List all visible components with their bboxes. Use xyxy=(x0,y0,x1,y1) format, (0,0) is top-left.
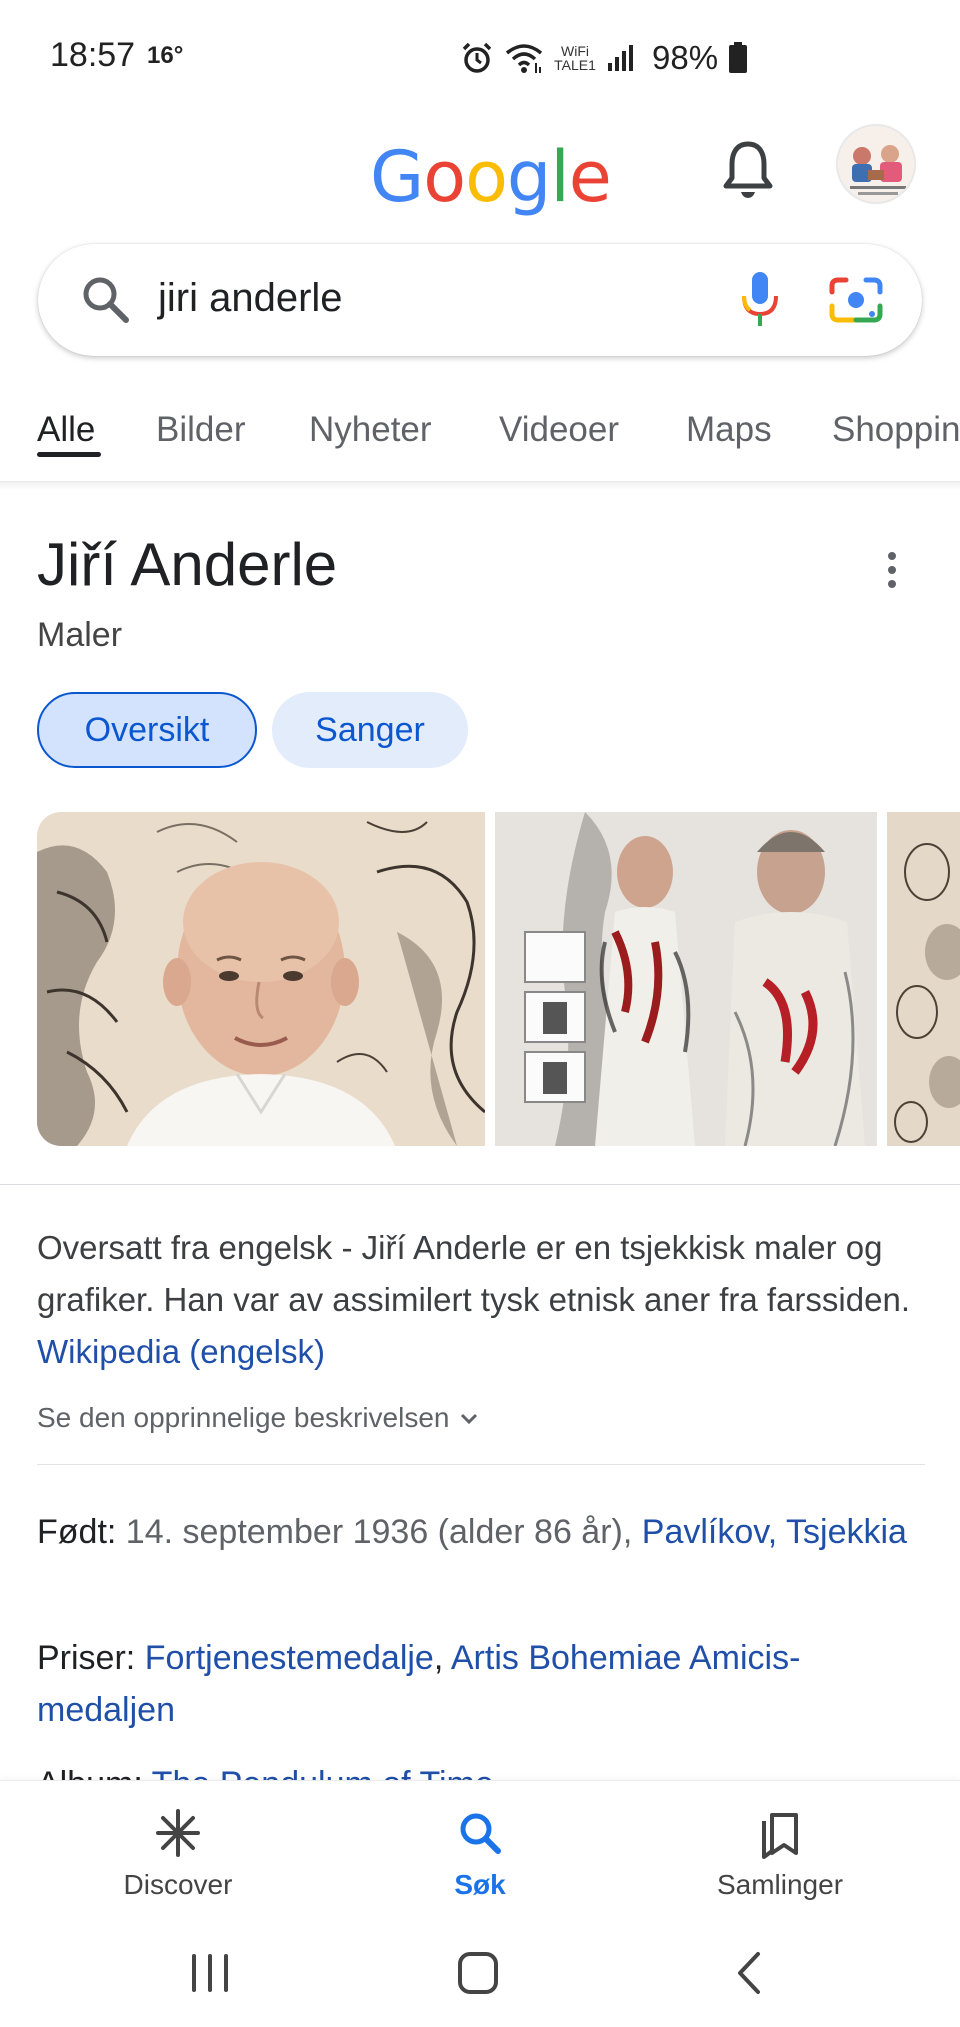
collections-bookmark-icon xyxy=(762,1813,798,1859)
avatar-image xyxy=(838,126,914,202)
recent-apps-icon[interactable] xyxy=(180,1948,240,1998)
logo-letter: o xyxy=(465,136,508,218)
search-input[interactable]: jiri anderle xyxy=(158,276,343,321)
more-options-icon[interactable] xyxy=(878,548,906,592)
home-icon[interactable] xyxy=(448,1948,508,1998)
knowledge-panel-description: Oversatt fra engelsk - Jiří Anderle er e… xyxy=(37,1222,927,1378)
logo-letter: g xyxy=(506,136,551,218)
wifi-label-top: WiFi xyxy=(561,43,589,59)
google-logo: Google xyxy=(370,136,612,218)
app-header: Google xyxy=(0,110,960,230)
signal-icon xyxy=(608,45,633,71)
fact-awards-separator: , xyxy=(433,1639,444,1677)
google-lens-camera-icon[interactable] xyxy=(826,272,886,328)
search-tabs: Alle Bilder Nyheter Videoer Maps Shoppin xyxy=(0,400,960,482)
carousel-image-drawings[interactable] xyxy=(887,812,960,1146)
nav-discover-label: Discover xyxy=(123,1869,233,1900)
notifications-bell-icon[interactable] xyxy=(720,138,776,202)
nav-collections-label: Samlinger xyxy=(716,1869,844,1900)
fact-born-value: 14. september 1936 (alder 86 år), xyxy=(125,1513,633,1551)
chip-oversikt[interactable]: Oversikt xyxy=(37,692,257,768)
battery-percent: 98% xyxy=(652,39,719,76)
status-temperature: 16° xyxy=(147,42,184,69)
knowledge-panel-title: Jiří Anderle xyxy=(37,531,338,598)
alarm-icon xyxy=(462,42,492,73)
status-bar: 18:57 16° WiFi TALE1 98% xyxy=(0,0,960,110)
facts-divider xyxy=(37,1464,925,1465)
account-avatar[interactable] xyxy=(836,124,916,204)
fact-born-label: Født: xyxy=(37,1513,117,1551)
logo-letter: l xyxy=(550,136,569,218)
tab-alle[interactable]: Alle xyxy=(37,410,95,450)
carousel-image-painting[interactable] xyxy=(495,812,877,1146)
tab-bilder[interactable]: Bilder xyxy=(156,410,245,450)
fact-award-link-1[interactable]: Fortjenestemedalje xyxy=(145,1639,434,1677)
search-icon xyxy=(83,277,129,323)
logo-letter: e xyxy=(568,136,612,218)
chip-sanger[interactable]: Sanger xyxy=(272,692,468,768)
wifi-icon xyxy=(505,44,543,73)
bottom-navigation: Discover Søk Samlinger xyxy=(0,1780,960,1920)
discover-asterisk-icon xyxy=(156,1809,200,1857)
fact-born: Født: 14. september 1936 (alder 86 år), … xyxy=(37,1506,917,1558)
search-box[interactable]: jiri anderle xyxy=(38,244,922,356)
see-original-description-toggle[interactable]: Se den opprinnelige beskrivelsen xyxy=(37,1402,480,1434)
battery-icon xyxy=(729,42,748,73)
chevron-down-icon xyxy=(460,1413,477,1425)
wikipedia-link[interactable]: Wikipedia (engelsk) xyxy=(37,1333,325,1370)
see-original-label: Se den opprinnelige beskrivelsen xyxy=(37,1402,450,1433)
nav-search[interactable]: Søk xyxy=(380,1807,580,1901)
tabs-shadow xyxy=(0,482,960,490)
tab-maps[interactable]: Maps xyxy=(686,410,772,450)
wifi-label-bottom: TALE1 xyxy=(554,57,596,73)
logo-letter: G xyxy=(370,136,424,218)
status-icons: WiFi TALE1 98% xyxy=(460,36,748,80)
active-tab-indicator xyxy=(37,452,101,457)
wifi-network-label: WiFi TALE1 xyxy=(554,44,596,72)
search-icon xyxy=(460,1813,501,1854)
tab-videoer[interactable]: Videoer xyxy=(499,410,619,450)
image-carousel[interactable] xyxy=(37,812,960,1146)
tab-nyheter[interactable]: Nyheter xyxy=(309,410,432,450)
fact-awards: Priser: Fortjenestemedalje, Artis Bohemi… xyxy=(37,1632,917,1736)
carousel-image-portrait[interactable] xyxy=(37,812,485,1146)
fact-born-place-link[interactable]: Pavlíkov, Tsjekkia xyxy=(642,1513,907,1551)
logo-letter: o xyxy=(423,136,466,218)
tab-shopping[interactable]: Shoppin xyxy=(832,410,960,450)
back-icon[interactable] xyxy=(720,1948,780,1998)
description-text: Oversatt fra engelsk - Jiří Anderle er e… xyxy=(37,1229,910,1318)
system-navigation-bar xyxy=(0,1920,960,2027)
nav-collections[interactable]: Samlinger xyxy=(680,1807,880,1901)
knowledge-panel-subtitle: Maler xyxy=(37,616,123,654)
voice-search-mic-icon[interactable] xyxy=(728,266,792,332)
fact-awards-label: Priser: xyxy=(37,1639,136,1677)
nav-discover[interactable]: Discover xyxy=(78,1807,278,1901)
status-time: 18:57 xyxy=(50,36,136,74)
section-divider xyxy=(0,1184,960,1185)
nav-search-label: Søk xyxy=(454,1869,506,1900)
